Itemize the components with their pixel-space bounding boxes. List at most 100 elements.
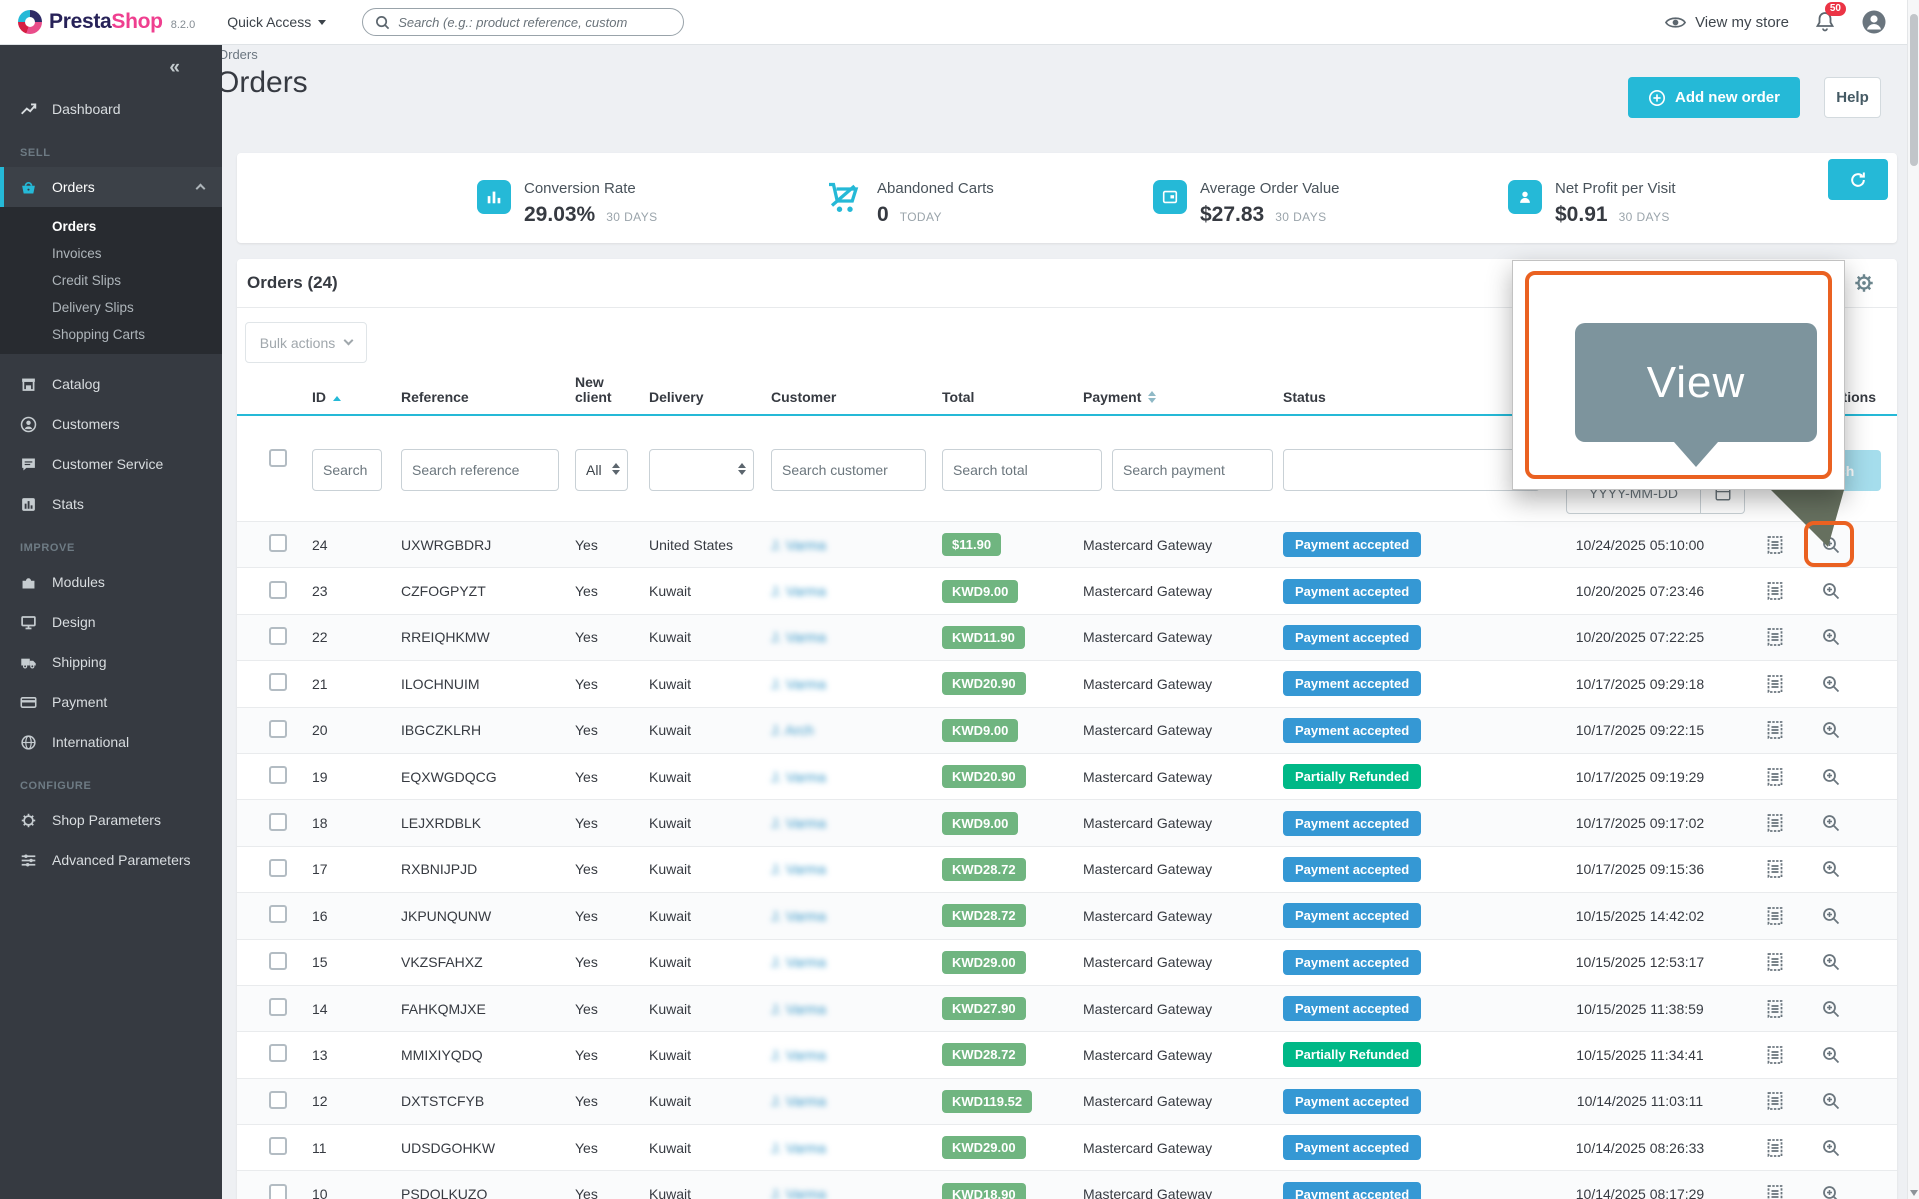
customer-link[interactable]: J. Varma	[771, 583, 826, 599]
table-row[interactable]: 13 MMIXIYQDQ Yes Kuwait J. Varma KWD28.7…	[237, 1031, 1897, 1077]
table-row[interactable]: 20 IBGCZKLRH Yes Kuwait J. Arch KWD9.00 …	[237, 707, 1897, 753]
sidebar-item-dashboard[interactable]: Dashboard	[0, 89, 222, 129]
view-order-icon[interactable]	[1819, 1089, 1843, 1113]
order-details-icon[interactable]	[1763, 857, 1787, 881]
view-order-icon[interactable]	[1819, 904, 1843, 928]
sidebar-item-orders[interactable]: Orders	[0, 167, 222, 207]
table-row[interactable]: 19 EQXWGDQCG Yes Kuwait J. Varma KWD20.9…	[237, 753, 1897, 799]
row-checkbox[interactable]	[269, 1091, 287, 1109]
row-checkbox[interactable]	[269, 1137, 287, 1155]
table-row[interactable]: 23 CZFOGPYZT Yes Kuwait J. Varma KWD9.00…	[237, 567, 1897, 613]
sidebar-item-payment[interactable]: Payment	[0, 682, 222, 722]
customer-link[interactable]: J. Varma	[771, 1186, 826, 1199]
customer-link[interactable]: J. Varma	[771, 676, 826, 692]
filter-new-client-select[interactable]: All	[575, 449, 628, 491]
sidebar-item-catalog[interactable]: Catalog	[0, 364, 222, 404]
table-row[interactable]: 12 DXTSTCFYB Yes Kuwait J. Varma KWD119.…	[237, 1078, 1897, 1124]
row-checkbox[interactable]	[269, 952, 287, 970]
scrollbar-thumb[interactable]	[1910, 14, 1918, 166]
order-details-icon[interactable]	[1763, 625, 1787, 649]
refresh-kpi-button[interactable]	[1828, 159, 1888, 200]
sidebar-item-design[interactable]: Design	[0, 602, 222, 642]
sidebar-item-modules[interactable]: Modules	[0, 562, 222, 602]
notifications-button[interactable]: 50	[1815, 11, 1835, 33]
view-order-icon[interactable]	[1819, 1182, 1843, 1199]
table-row[interactable]: 16 JKPUNQUNW Yes Kuwait J. Varma KWD28.7…	[237, 892, 1897, 938]
view-order-icon[interactable]	[1819, 672, 1843, 696]
order-details-icon[interactable]	[1763, 765, 1787, 789]
customer-link[interactable]: J. Varma	[771, 908, 826, 924]
view-order-icon[interactable]	[1819, 765, 1843, 789]
search-input[interactable]	[398, 15, 671, 30]
row-checkbox[interactable]	[269, 766, 287, 784]
order-details-icon[interactable]	[1763, 1089, 1787, 1113]
table-row[interactable]: 10 PSDOLKUZO Yes Kuwait J. Varma KWD18.9…	[237, 1170, 1897, 1199]
row-checkbox[interactable]	[269, 998, 287, 1016]
customer-link[interactable]: J. Varma	[771, 629, 826, 645]
order-details-icon[interactable]	[1763, 1043, 1787, 1067]
filter-total-input[interactable]	[942, 449, 1102, 491]
prestashop-logo[interactable]: Presta Shop 8.2.0	[18, 10, 195, 34]
table-row[interactable]: 17 RXBNIJPJD Yes Kuwait J. Varma KWD28.7…	[237, 846, 1897, 892]
row-checkbox[interactable]	[269, 534, 287, 552]
view-order-icon[interactable]	[1819, 1043, 1843, 1067]
row-checkbox[interactable]	[269, 813, 287, 831]
view-order-icon[interactable]	[1819, 997, 1843, 1021]
filter-payment-input[interactable]	[1112, 449, 1273, 491]
sidebar-subitem-credit-slips[interactable]: Credit Slips	[0, 267, 222, 294]
user-avatar[interactable]	[1861, 9, 1887, 35]
customer-link[interactable]: J. Varma	[771, 815, 826, 831]
view-order-icon[interactable]	[1819, 950, 1843, 974]
customer-link[interactable]: J. Varma	[771, 537, 826, 553]
scrollbar-down-arrow[interactable]	[1910, 1190, 1918, 1196]
column-header-id[interactable]: ID	[312, 390, 401, 405]
table-row[interactable]: 14 FAHKQMJXE Yes Kuwait J. Varma KWD27.9…	[237, 985, 1897, 1031]
row-checkbox[interactable]	[269, 1044, 287, 1062]
help-button[interactable]: Help	[1824, 77, 1881, 118]
filter-delivery-select[interactable]	[649, 449, 754, 491]
order-details-icon[interactable]	[1763, 950, 1787, 974]
customer-link[interactable]: J. Varma	[771, 861, 826, 877]
row-checkbox[interactable]	[269, 673, 287, 691]
bulk-actions-button[interactable]: Bulk actions	[245, 322, 367, 363]
sidebar-item-stats[interactable]: Stats	[0, 484, 222, 524]
view-my-store-link[interactable]: View my store	[1665, 14, 1789, 31]
add-new-order-button[interactable]: Add new order	[1628, 77, 1800, 118]
customer-link[interactable]: J. Varma	[771, 954, 826, 970]
filter-reference-input[interactable]	[401, 449, 559, 491]
sidebar-collapse-button[interactable]: «	[169, 58, 180, 77]
table-row[interactable]: 18 LEJXRDBLK Yes Kuwait J. Varma KWD9.00…	[237, 799, 1897, 845]
view-order-icon[interactable]	[1819, 857, 1843, 881]
customer-link[interactable]: J. Varma	[771, 1001, 826, 1017]
select-all-checkbox[interactable]	[269, 449, 287, 467]
sidebar-item-customer-service[interactable]: Customer Service	[0, 444, 222, 484]
customer-link[interactable]: J. Arch	[771, 722, 814, 738]
row-checkbox[interactable]	[269, 581, 287, 599]
sidebar-item-shipping[interactable]: Shipping	[0, 642, 222, 682]
sidebar-subitem-orders[interactable]: Orders	[0, 213, 222, 240]
customer-link[interactable]: J. Varma	[771, 769, 826, 785]
sidebar-item-customers[interactable]: Customers	[0, 404, 222, 444]
sidebar-item-international[interactable]: International	[0, 722, 222, 762]
customer-link[interactable]: J. Varma	[771, 1047, 826, 1063]
table-row[interactable]: 11 UDSDGOHKW Yes Kuwait J. Varma KWD29.0…	[237, 1124, 1897, 1170]
row-checkbox[interactable]	[269, 859, 287, 877]
row-checkbox[interactable]	[269, 905, 287, 923]
table-row[interactable]: 21 ILOCHNUIM Yes Kuwait J. Varma KWD20.9…	[237, 660, 1897, 706]
order-details-icon[interactable]	[1763, 997, 1787, 1021]
sidebar-item-shop-parameters[interactable]: Shop Parameters	[0, 800, 222, 840]
view-order-icon[interactable]	[1819, 579, 1843, 603]
grid-settings-gear-icon[interactable]	[1853, 272, 1875, 294]
order-details-icon[interactable]	[1763, 718, 1787, 742]
filter-customer-input[interactable]	[771, 449, 926, 491]
sidebar-subitem-shopping-carts[interactable]: Shopping Carts	[0, 321, 222, 348]
customer-link[interactable]: J. Varma	[771, 1140, 826, 1156]
order-details-icon[interactable]	[1763, 1182, 1787, 1199]
order-details-icon[interactable]	[1763, 1136, 1787, 1160]
table-row[interactable]: 22 RREIQHKMW Yes Kuwait J. Varma KWD11.9…	[237, 614, 1897, 660]
row-checkbox[interactable]	[269, 1184, 287, 1199]
view-order-icon[interactable]	[1819, 625, 1843, 649]
view-order-icon[interactable]	[1819, 811, 1843, 835]
order-details-icon[interactable]	[1763, 672, 1787, 696]
table-row[interactable]: 15 VKZSFAHXZ Yes Kuwait J. Varma KWD29.0…	[237, 939, 1897, 985]
